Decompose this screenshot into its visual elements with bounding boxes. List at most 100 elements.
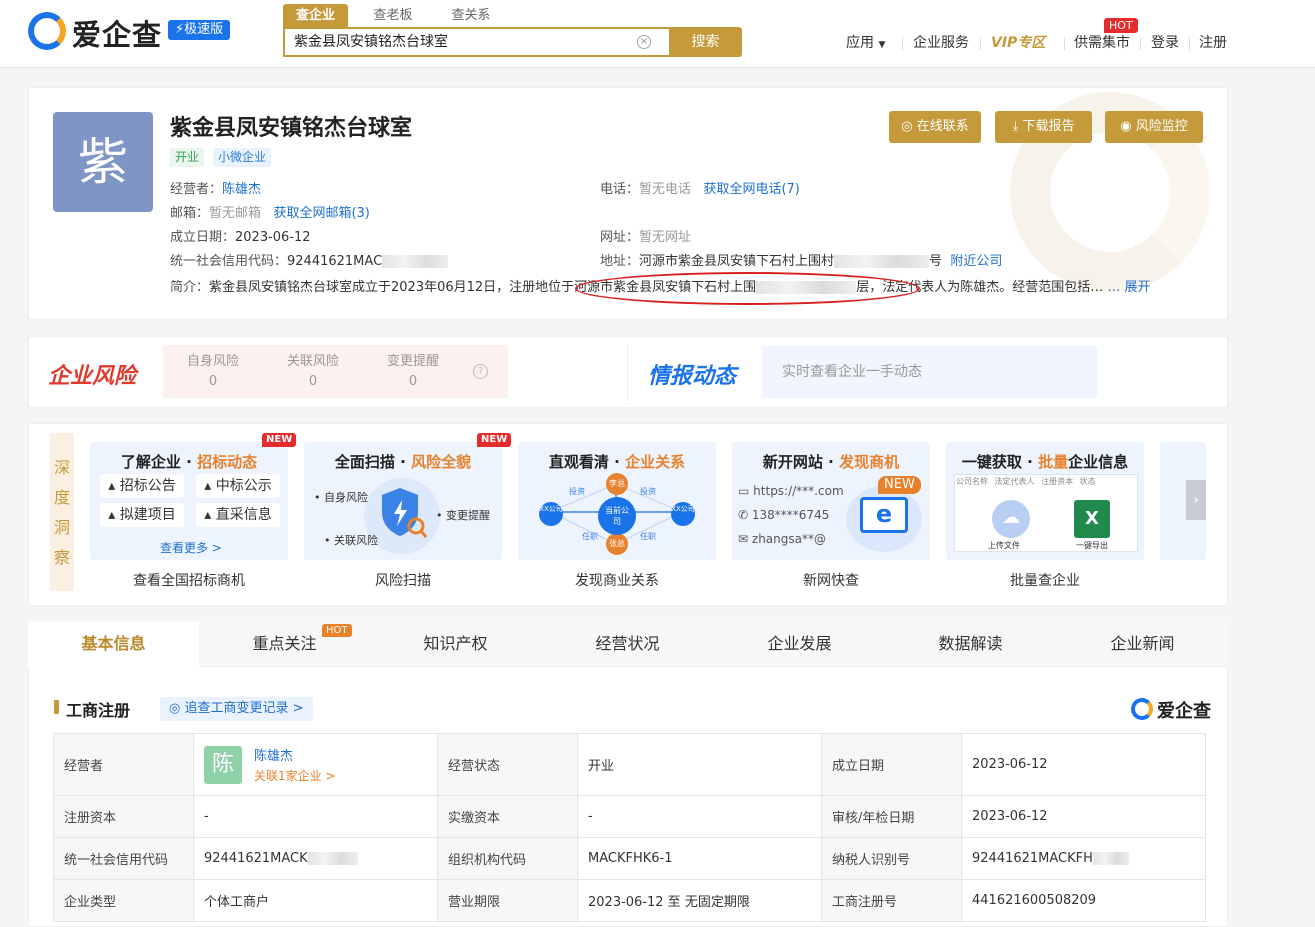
batch-caption[interactable]: 批量查企业 xyxy=(946,570,1144,590)
node-xx-right: XX公司 xyxy=(671,502,695,526)
change-alert[interactable]: 变更提醒 0 xyxy=(373,352,453,392)
table-key: 成立日期 xyxy=(821,733,962,796)
tab-development[interactable]: 企业发展 xyxy=(714,621,885,667)
deep-insight-label: 深度洞察 xyxy=(50,433,74,591)
intel-feed[interactable]: 实时查看企业一手动态 xyxy=(762,346,1098,398)
operator-row: 经营者：陈雄杰 xyxy=(170,182,262,197)
help-icon[interactable]: ? xyxy=(473,364,488,379)
table-row: 经营者 陈 陈雄杰 关联1家企业 > 经营状态 开业 成立日期 2023-06-1… xyxy=(53,733,1206,796)
related-companies-link[interactable]: 关联1家企业 > xyxy=(254,767,336,784)
risk-scan-caption[interactable]: 风险扫描 xyxy=(304,570,502,590)
redacted-blur xyxy=(1092,852,1129,865)
search-tab-company[interactable]: 查企业 xyxy=(283,4,348,28)
intel-title: 情报动态 xyxy=(648,364,737,389)
self-risk[interactable]: 自身风险 0 xyxy=(173,352,253,392)
fast-version-badge[interactable]: ⚡极速版 xyxy=(168,20,231,40)
get-phone-link[interactable]: 获取全网电话(7) xyxy=(703,182,799,197)
download-icon: ⤓ xyxy=(1012,119,1019,134)
redacted-blur xyxy=(382,255,449,268)
node-zhang: 张总 xyxy=(606,533,628,555)
clear-icon[interactable]: × xyxy=(637,35,651,49)
edge-label: 投资 xyxy=(569,487,585,496)
tab-operation[interactable]: 经营状况 xyxy=(542,621,713,667)
related-risk[interactable]: 关联风险 0 xyxy=(273,352,353,392)
company-name: 紫金县凤安镇铭杰台球室 xyxy=(170,116,413,141)
table-value: 2023-06-12 至 无固定期限 xyxy=(577,879,822,922)
table-key: 组织机构代码 xyxy=(437,837,578,880)
tab-data[interactable]: 数据解读 xyxy=(885,621,1056,667)
hot-badge: HOT xyxy=(1104,18,1138,33)
scan-label-related: • 关联风险 xyxy=(324,534,378,547)
online-contact-button[interactable]: ◎ 在线联系 xyxy=(889,111,981,143)
registration-table: 经营者 陈 陈雄杰 关联1家企业 > 经营状态 开业 成立日期 2023-06-1… xyxy=(53,733,1206,922)
operator-link[interactable]: 陈雄杰 xyxy=(222,182,261,197)
nav-login[interactable]: 登录 xyxy=(1151,34,1179,52)
risk-monitor-button[interactable]: ◉ 风险监控 xyxy=(1105,111,1203,143)
eye-icon: ◉ xyxy=(1120,119,1132,134)
win-notice-pill[interactable]: ▴ 中标公示 xyxy=(196,474,280,498)
get-email-link[interactable]: 获取全网邮箱(3) xyxy=(273,206,369,221)
table-value: - xyxy=(577,795,822,838)
search-tab-relation[interactable]: 查关系 xyxy=(438,4,504,28)
bidding-caption[interactable]: 查看全国招标商机 xyxy=(90,570,288,590)
bid-notice-pill[interactable]: ▴ 招标公告 xyxy=(100,474,184,498)
nav-market[interactable]: 供需集市 xyxy=(1074,34,1130,52)
tab-ip[interactable]: 知识产权 xyxy=(370,621,541,667)
redacted-blur xyxy=(307,852,358,865)
planned-project-pill[interactable]: ▴ 拟建项目 xyxy=(100,503,184,527)
node-li: 李总 xyxy=(606,473,628,495)
view-more-link[interactable]: 查看更多 > xyxy=(160,539,222,556)
table-key: 营业期限 xyxy=(437,879,578,922)
nav-vip[interactable]: VIP专区 xyxy=(991,34,1045,52)
table-key: 审核/年检日期 xyxy=(821,795,962,838)
nav-divider xyxy=(902,37,903,50)
bidding-title: 了解企业 · 招标动态 xyxy=(120,453,258,471)
cloud-upload-icon: ☁ xyxy=(992,500,1030,538)
nearby-companies-link[interactable]: 附近公司 xyxy=(950,254,1002,269)
node-xx-left: XX公司 xyxy=(539,502,563,526)
search-tab-boss[interactable]: 查老板 xyxy=(360,4,426,28)
table-value: - xyxy=(193,795,438,838)
carousel-next-arrow[interactable]: › xyxy=(1186,480,1206,520)
new-badge: NEW xyxy=(878,476,921,494)
new-website-title: 新开网站 · 发现商机 xyxy=(762,453,900,471)
edge-label: 任职 xyxy=(582,532,598,541)
relation-title: 直观看清 · 企业关系 xyxy=(548,453,686,471)
node-current: 当前公司 xyxy=(598,497,636,535)
nav-divider xyxy=(1140,37,1141,50)
batch-title: 一键获取 · 批量企业信息 xyxy=(961,453,1129,471)
nav-apps[interactable]: 应用 ▼ xyxy=(846,34,885,52)
caret-down-icon: ▼ xyxy=(878,40,886,50)
relation-caption[interactable]: 发现商业关系 xyxy=(518,570,716,590)
operator-name-link[interactable]: 陈雄杰 xyxy=(254,749,293,764)
address-row: 地址：河源市紫金县凤安镇下石村上围村号 附近公司 xyxy=(600,254,1003,269)
scan-label-change: • 变更提醒 xyxy=(436,509,490,522)
tab-basic-info[interactable]: 基本信息 xyxy=(28,621,199,667)
operator-avatar: 陈 xyxy=(204,745,242,784)
divider xyxy=(627,344,628,401)
shield-icon xyxy=(382,488,428,538)
company-avatar: 紫 xyxy=(53,112,153,212)
risk-title: 企业风险 xyxy=(48,364,137,389)
tab-news[interactable]: 企业新闻 xyxy=(1057,621,1228,667)
website-row: 网址：暂无网址 xyxy=(600,230,692,245)
new-website-caption[interactable]: 新网快查 xyxy=(732,570,930,590)
phone-row: 电话：暂无电话 获取全网电话(7) xyxy=(600,182,800,197)
download-report-button[interactable]: ⤓ 下载报告 xyxy=(995,111,1092,143)
web-phone-line: ✆ 138****6745 xyxy=(738,508,830,522)
table-key: 纳税人识别号 xyxy=(821,837,962,880)
phone-icon: ✆ xyxy=(738,508,749,522)
logo-text[interactable]: 爱企查 xyxy=(72,12,162,54)
nav-divider xyxy=(980,37,981,50)
trace-changes-button[interactable]: ◎ 追查工商变更记录 > xyxy=(160,697,313,721)
search-input[interactable]: 紫金县凤安镇铭杰台球室 xyxy=(283,27,670,57)
expand-link[interactable]: … 展开 xyxy=(1107,280,1150,295)
direct-purchase-pill[interactable]: ▴ 直采信息 xyxy=(196,503,280,527)
operator-cell: 陈 陈雄杰关联1家企业 > xyxy=(193,733,438,796)
table-row: 注册资本 - 实缴资本 - 审核/年检日期 2023-06-12 xyxy=(53,795,1206,838)
nav-enterprise-service[interactable]: 企业服务 xyxy=(913,34,969,52)
search-button[interactable]: 搜索 xyxy=(669,27,742,57)
status-tag: 开业 xyxy=(170,148,205,167)
logo-icon[interactable] xyxy=(28,12,66,50)
nav-register[interactable]: 注册 xyxy=(1199,34,1227,52)
